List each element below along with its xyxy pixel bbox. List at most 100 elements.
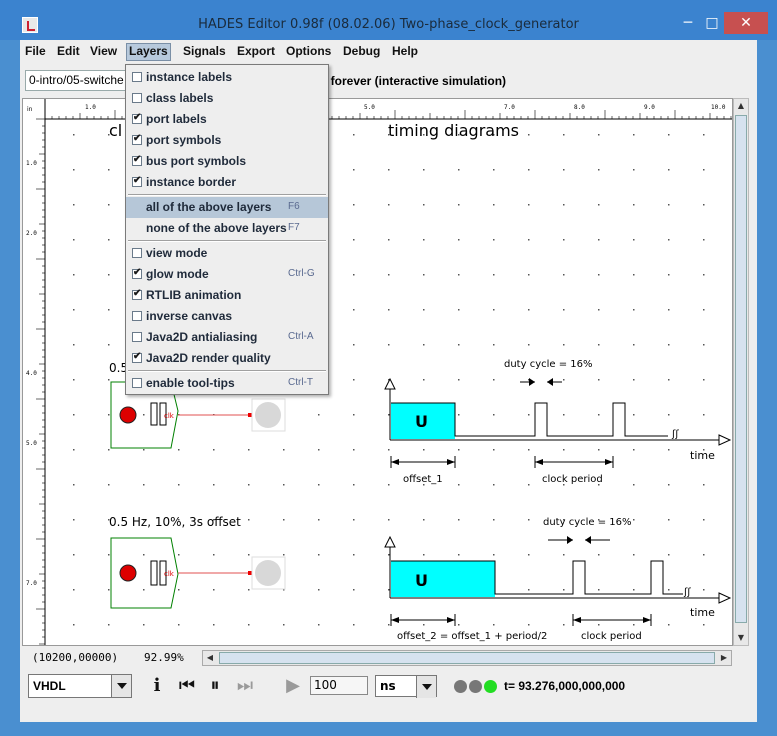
grid-dot [633,239,635,241]
grid-dot [563,274,565,276]
grid-dot [563,554,565,556]
menu-item-enable-tool-tips[interactable]: enable tool-tips Ctrl-T [126,373,328,394]
scroll-down-icon[interactable]: ▼ [734,631,748,645]
fast-forward-icon[interactable]: ⏭ [232,676,258,696]
td1-offset-label: offset_1 [403,474,443,485]
menu-item-java2d-render-quality[interactable]: Java2D render quality [126,348,328,369]
menu-item-view-mode[interactable]: view mode [126,243,328,264]
grid-dot [108,589,110,591]
menu-item-none-layers[interactable]: none of the above layers F7 [126,218,328,239]
grid-dot [423,449,425,451]
grid-dot [668,204,670,206]
grid-dot [458,169,460,171]
menu-layers[interactable]: Layers [126,43,171,61]
menu-help[interactable]: Help [392,44,418,62]
grid-dot [563,624,565,626]
menu-item-all-layers[interactable]: all of the above layers F6 [126,197,328,218]
menu-separator [128,240,326,242]
title-bar[interactable]: HADES Editor 0.98f (08.02.06) Two-phase_… [0,0,777,40]
menu-item-glow-mode[interactable]: glow mode Ctrl-G [126,264,328,285]
menu-item-bus-port-symbols[interactable]: bus port symbols [126,151,328,172]
grid-dot [563,589,565,591]
simulation-time: t= 93.276,000,000,000 [504,679,626,693]
info-icon[interactable]: i [146,676,168,696]
grid-dot [73,484,75,486]
chevron-down-icon[interactable] [416,676,436,698]
grid-dot [493,519,495,521]
scroll-up-icon[interactable]: ▲ [734,99,748,113]
pause-icon[interactable]: ⏸ [203,676,227,696]
menu-item-class-labels[interactable]: class labels [126,88,328,109]
close-button[interactable]: ✕ [724,12,768,34]
grid-dot [248,484,250,486]
grid-dot [528,239,530,241]
time-unit-select[interactable]: ns [375,675,437,698]
menu-options[interactable]: Options [286,44,331,62]
grid-dot [458,484,460,486]
hruler-label: 10.0 [711,104,726,111]
menu-item-port-labels[interactable]: port labels [126,109,328,130]
menu-signals[interactable]: Signals [183,44,226,62]
grid-dot [598,204,600,206]
grid-dot [668,589,670,591]
design-path-field[interactable]: 0-intro/05-switche [25,70,137,91]
grid-dot [178,589,180,591]
maximize-button[interactable]: □ [700,12,724,34]
grid-dot [598,554,600,556]
vertical-scrollbar[interactable]: ▲ ▼ [733,98,749,646]
grid-dot [598,169,600,171]
chevron-down-icon[interactable] [111,675,131,697]
run-icon[interactable]: ▶ [283,676,303,696]
grid-dot [108,414,110,416]
menu-edit[interactable]: Edit [57,44,80,62]
horizontal-scrollbar[interactable]: ◀ ▶ [202,650,732,666]
grid-dot [353,414,355,416]
grid-dot [493,274,495,276]
grid-dot [353,344,355,346]
run-duration-field[interactable]: 100 [310,676,368,695]
grid-dot [143,554,145,556]
menu-item-instance-labels[interactable]: instance labels [126,67,328,88]
hruler-label: 7.0 [504,104,515,111]
grid-dot [668,624,670,626]
grid-dot [108,554,110,556]
checkbox-icon [132,311,142,321]
status-led-icon [469,680,482,693]
menu-export[interactable]: Export [237,44,275,62]
clk-port-label-2: clk [164,570,175,578]
grid-dot [668,484,670,486]
horizontal-scroll-thumb[interactable] [219,652,715,664]
grid-dot [108,309,110,311]
grid-dot [493,624,495,626]
grid-dot [423,309,425,311]
layers-dropdown-menu: instance labels class labels port labels… [125,64,329,395]
grid-dot [213,484,215,486]
checkbox-icon [132,378,142,388]
grid-dot [528,274,530,276]
grid-dot [318,414,320,416]
language-select[interactable]: VHDL [28,674,132,698]
rewind-icon[interactable]: ⏮ [173,676,201,696]
menu-item-inverse-canvas[interactable]: inverse canvas [126,306,328,327]
menu-file[interactable]: File [25,44,46,62]
menu-item-port-symbols[interactable]: port symbols [126,130,328,151]
grid-dot [353,134,355,136]
menu-view[interactable]: View [90,44,117,62]
grid-dot [108,274,110,276]
grid-dot [353,484,355,486]
scroll-left-icon[interactable]: ◀ [203,651,217,665]
grid-dot [388,344,390,346]
grid-dot [493,344,495,346]
grid-dot [633,624,635,626]
window-title: HADES Editor 0.98f (08.02.06) Two-phase_… [198,17,579,32]
menu-item-instance-border[interactable]: instance border [126,172,328,193]
minimize-button[interactable]: ─ [676,12,700,34]
grid-dot [318,519,320,521]
grid-dot [598,134,600,136]
menu-item-rtlib-animation[interactable]: RTLIB animation [126,285,328,306]
vertical-scroll-thumb[interactable] [735,115,747,623]
menu-debug[interactable]: Debug [343,44,380,62]
scroll-right-icon[interactable]: ▶ [717,651,731,665]
menu-item-java2d-antialiasing[interactable]: Java2D antialiasing Ctrl-A [126,327,328,348]
grid-dot [353,309,355,311]
